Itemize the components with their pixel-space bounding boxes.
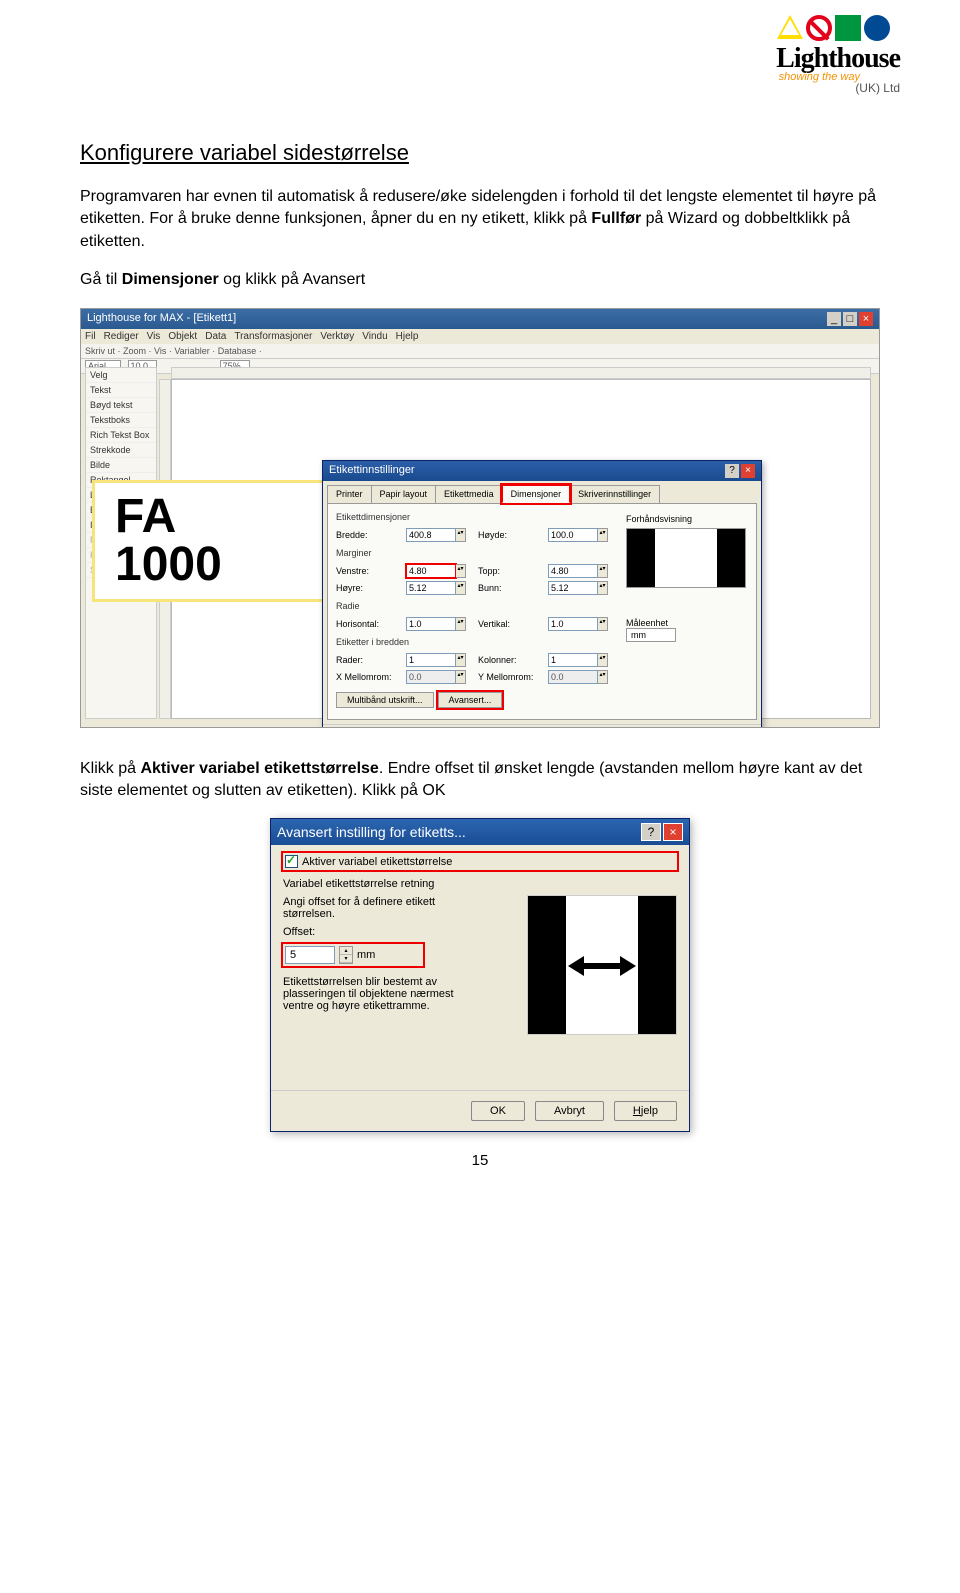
tab-panel: Etikettdimensjoner Bredde: ▴▾ Høyde: ▴▾ … xyxy=(327,503,757,720)
minimize-icon: _ xyxy=(827,312,841,326)
offset-description: Angi offset for å definere etikett størr… xyxy=(283,896,483,920)
rows-input[interactable] xyxy=(406,653,456,667)
menu-bar[interactable]: FilRedigerVisObjektDataTransformasjonerV… xyxy=(81,329,879,344)
direction-preview xyxy=(527,895,677,1035)
spinner-icon[interactable]: ▴▾ xyxy=(339,946,353,964)
cols-input[interactable] xyxy=(548,653,598,667)
paragraph-1: Programvaren har evnen til automatisk å … xyxy=(80,186,880,253)
enable-variable-size-row[interactable]: Aktiver variabel etikettstørrelse xyxy=(283,853,677,870)
multiband-button[interactable]: Multibånd utskrift... xyxy=(336,692,434,708)
checkbox-icon[interactable] xyxy=(285,855,298,868)
advanced-button[interactable]: Avansert... xyxy=(438,692,503,708)
offset-input-row: ▴▾ mm xyxy=(283,944,423,966)
label-preview: FA 1000 xyxy=(92,480,345,602)
unit-select[interactable]: mm xyxy=(626,628,676,642)
offset-input[interactable] xyxy=(285,946,335,964)
help-button[interactable]: HHjelpjelp xyxy=(614,1101,677,1121)
tab-paper-layout[interactable]: Papir layout xyxy=(371,485,437,503)
dialog-tabs[interactable]: Printer Papir layout Etikettmedia Dimens… xyxy=(323,481,761,503)
left-margin-input[interactable] xyxy=(406,564,456,578)
width-input[interactable] xyxy=(406,528,456,542)
app-titlebar: Lighthouse for MAX - [Etikett1] _□× xyxy=(81,309,879,329)
h-radius-input[interactable] xyxy=(406,617,456,631)
ok-button[interactable]: OK xyxy=(471,1101,525,1121)
cancel-button[interactable]: Avbryt xyxy=(535,1101,604,1121)
top-margin-input[interactable] xyxy=(548,564,598,578)
toolbar-row-1[interactable]: Skriv ut · Zoom · Vis · Variabler · Data… xyxy=(81,344,879,359)
size-description: Etikettstørrelsen blir bestemt av plasse… xyxy=(283,976,483,1012)
close-icon[interactable]: × xyxy=(663,823,683,841)
v-radius-input[interactable] xyxy=(548,617,598,631)
dialog-titlebar: Etikettinnstillinger ?× xyxy=(323,461,761,481)
ruler-horizontal xyxy=(171,367,871,379)
canvas[interactable]: FA 1000 Etikettinnstillinger ?× Printer … xyxy=(171,379,871,719)
help-icon[interactable]: ? xyxy=(725,464,739,478)
triangle-icon xyxy=(777,15,803,39)
help-icon[interactable]: ? xyxy=(641,823,661,841)
prohibit-icon xyxy=(806,15,832,41)
dialog-titlebar: Avansert instilling for etiketts... ? × xyxy=(271,819,689,845)
brand-suffix: (UK) Ltd xyxy=(776,81,900,95)
screenshot-label-settings: Lighthouse for MAX - [Etikett1] _□× FilR… xyxy=(80,308,880,728)
circle-icon xyxy=(864,15,890,41)
tab-label-media[interactable]: Etikettmedia xyxy=(435,485,503,503)
xgap-input[interactable] xyxy=(406,670,456,684)
tab-printer[interactable]: Printer xyxy=(327,485,372,503)
ygap-input[interactable] xyxy=(548,670,598,684)
close-icon: × xyxy=(859,312,873,326)
page-heading: Konfigurere variabel sidestørrelse xyxy=(80,140,880,166)
label-settings-dialog: Etikettinnstillinger ?× Printer Papir la… xyxy=(322,460,762,728)
paragraph-2: Gå til Dimensjoner og klikk på Avansert xyxy=(80,269,880,291)
brand-logo: Lighthouse showing the way (UK) Ltd xyxy=(776,15,900,95)
screenshot-advanced-dialog: Avansert instilling for etiketts... ? × … xyxy=(270,818,690,1132)
preview-thumbnail xyxy=(626,528,746,588)
page-number: 15 xyxy=(80,1152,880,1169)
tab-dimensions[interactable]: Dimensjoner xyxy=(502,485,571,503)
maximize-icon: □ xyxy=(843,312,857,326)
close-icon[interactable]: × xyxy=(741,464,755,478)
height-input[interactable] xyxy=(548,528,598,542)
tab-printer-settings[interactable]: Skriverinnstillinger xyxy=(569,485,660,503)
window-buttons[interactable]: _□× xyxy=(825,312,873,326)
paragraph-3: Klikk på Aktiver variabel etikettstørrel… xyxy=(80,758,880,803)
square-icon xyxy=(835,15,861,41)
right-margin-input[interactable] xyxy=(406,581,456,595)
bottom-margin-input[interactable] xyxy=(548,581,598,595)
arrow-right-icon xyxy=(620,956,636,976)
direction-label: Variabel etikettstørrelse retning xyxy=(283,878,677,890)
